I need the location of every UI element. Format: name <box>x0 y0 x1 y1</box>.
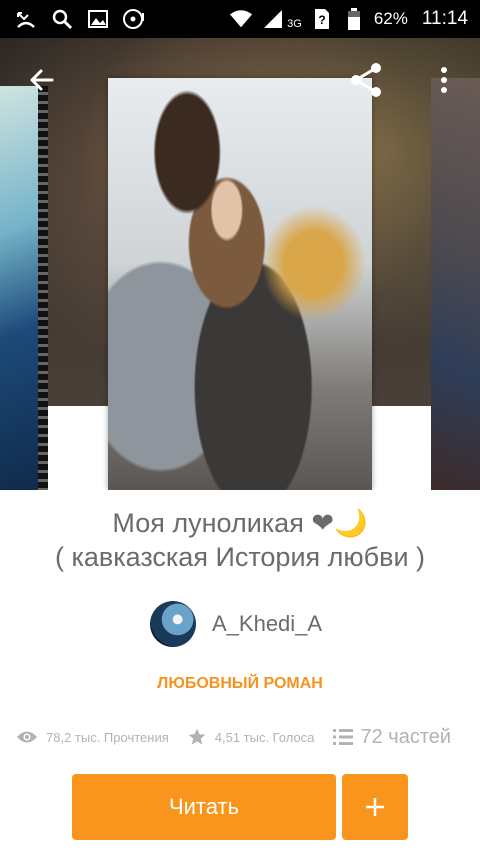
svg-text:?: ? <box>318 13 325 27</box>
wifi-icon <box>229 7 253 31</box>
no-sim-icon: ? <box>310 7 334 31</box>
share-icon <box>351 63 381 97</box>
eye-icon <box>17 731 37 743</box>
votes-count: 4,51 тыс. Голоса <box>214 729 315 745</box>
author-link[interactable]: A_Khedi_A <box>150 600 322 648</box>
more-vertical-icon <box>441 67 447 93</box>
share-button[interactable] <box>344 58 388 102</box>
more-options-button[interactable] <box>422 58 466 102</box>
back-button[interactable] <box>20 58 64 102</box>
plus-icon <box>366 798 384 816</box>
genre-link[interactable]: ЛЮБОВНЫЙ РОМАН <box>0 675 480 693</box>
network-type: 3G <box>287 18 302 30</box>
votes-stat: 4,51 тыс. Голоса <box>187 727 315 747</box>
parts-count[interactable]: 72 частей <box>361 726 452 749</box>
search-icon <box>50 7 74 31</box>
story-stats: 78,2 тыс. Прочтения 4,51 тыс. Голоса 72 … <box>16 722 476 752</box>
read-button[interactable]: Читать <box>72 774 336 840</box>
cover-carousel[interactable] <box>0 38 480 490</box>
missed-call-icon <box>14 7 38 31</box>
author-name[interactable]: A_Khedi_A <box>212 611 322 637</box>
add-to-library-button[interactable] <box>342 774 408 840</box>
story-title-line-1: Моя луноликая ❤🌙 <box>112 508 368 538</box>
story-title: Моя луноликая ❤🌙 ( кавказская История лю… <box>0 506 480 574</box>
battery-icon <box>342 7 366 31</box>
clock: 11:14 <box>421 8 468 29</box>
parts-stat[interactable]: 72 частей <box>332 726 452 749</box>
avatar[interactable] <box>150 601 196 647</box>
battery-level: 62% <box>373 9 408 28</box>
status-bar: 3G ? 62% 11:14 <box>0 0 480 38</box>
back-arrow-icon <box>30 69 54 91</box>
previous-story-cover[interactable] <box>0 86 48 490</box>
star-icon <box>188 728 206 745</box>
disc-icon <box>122 7 146 31</box>
story-title-line-2: ( кавказская История любви ) <box>54 542 426 572</box>
story-cover-image[interactable] <box>108 78 372 490</box>
list-icon <box>332 729 353 745</box>
signal-icon <box>261 7 285 31</box>
reads-count: 78,2 тыс. Прочтения <box>46 729 169 745</box>
reads-stat: 78,2 тыс. Прочтения <box>16 729 169 745</box>
gallery-icon <box>86 7 110 31</box>
next-story-cover[interactable] <box>431 78 480 490</box>
